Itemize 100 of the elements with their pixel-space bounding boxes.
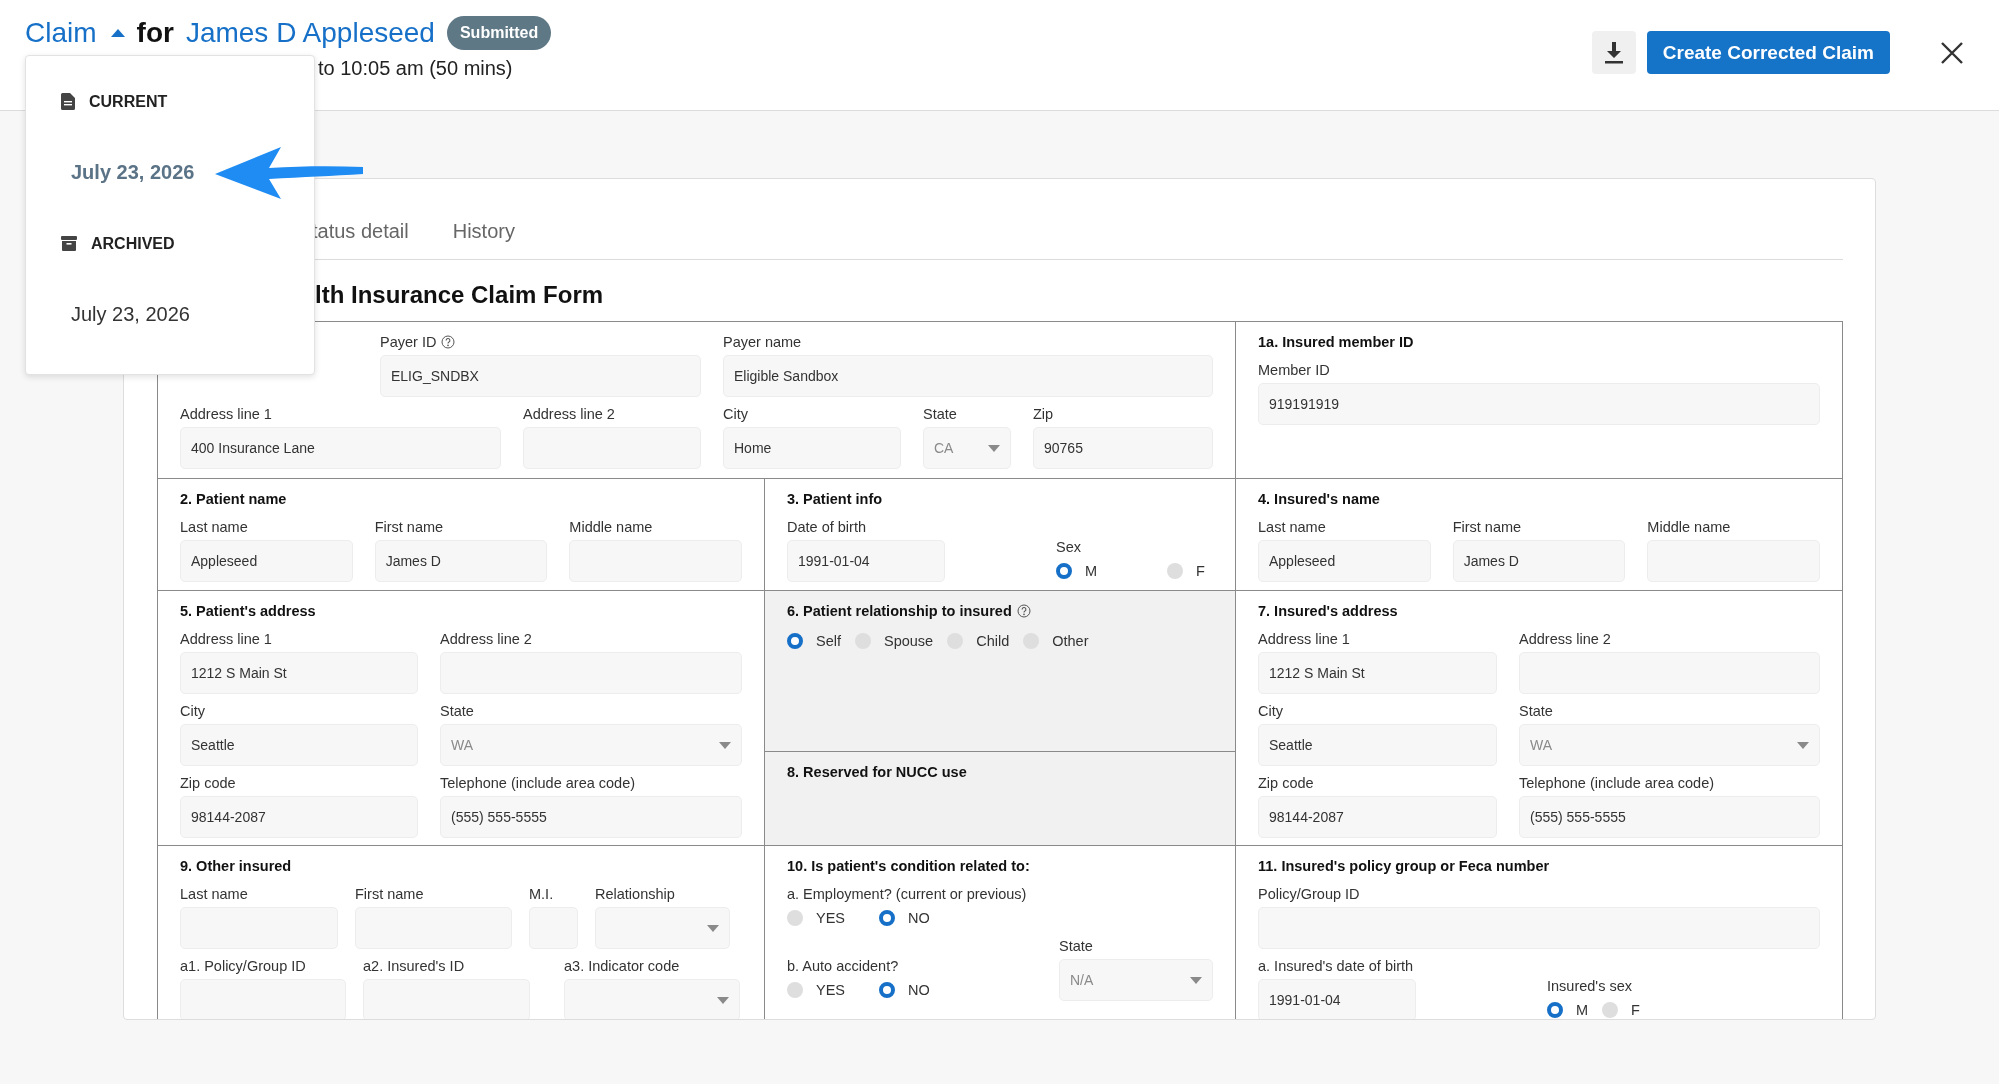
input-field[interactable]: ELIG_SNDBX	[380, 355, 701, 397]
caret-down-icon	[707, 924, 719, 932]
field-label: State	[440, 702, 474, 720]
field-label: City	[723, 405, 748, 423]
field-label: Payer ID	[380, 333, 437, 351]
radio-option[interactable]: M	[1056, 563, 1098, 579]
field-label: Member ID	[1258, 361, 1330, 379]
close-icon[interactable]	[1941, 41, 1963, 64]
form-title: lth Insurance Claim Form	[314, 280, 605, 310]
radio-option[interactable]: F	[1167, 563, 1205, 579]
input-field[interactable]	[180, 979, 346, 1019]
input-field[interactable]: (555) 555-5555	[440, 796, 742, 838]
version-item[interactable]: July 23, 2026	[71, 161, 195, 184]
tab[interactable]: History	[452, 203, 515, 259]
field-label: Address line 2	[1519, 630, 1611, 648]
time-range-text: to 10:05 am (50 mins)	[317, 56, 514, 80]
caret-down-icon	[719, 741, 731, 749]
input-field[interactable]: 90765	[1033, 427, 1213, 469]
field-label: Middle name	[1647, 518, 1731, 536]
field-label: a. Insured's date of birth	[1258, 957, 1414, 975]
field-label: Telephone (include area code)	[440, 774, 636, 792]
caret-down-icon	[717, 996, 729, 1004]
radio-option[interactable]: NO	[879, 982, 930, 998]
field-label: b. Auto accident?	[787, 957, 899, 975]
section-heading: 7. Insured's address	[1258, 602, 1398, 620]
field-label: a1. Policy/Group ID	[180, 957, 306, 975]
input-field[interactable]: 1212 S Main St	[1258, 652, 1497, 694]
input-field[interactable]: James D	[1452, 540, 1626, 582]
input-field[interactable]: 98144-2087	[1258, 796, 1497, 838]
patient-link[interactable]: James D Appleseed	[185, 17, 435, 49]
radio-icon[interactable]	[879, 982, 895, 998]
input-field[interactable]: 1991-01-04	[787, 540, 945, 582]
caret-down-icon	[1797, 741, 1809, 749]
input-field[interactable]: Seattle	[180, 724, 418, 766]
field-label: Last name	[180, 518, 248, 536]
field-label: Address line 1	[180, 405, 272, 423]
download-icon	[1603, 41, 1624, 64]
field-label: Policy/Group ID	[1258, 885, 1360, 903]
input-field[interactable]: Appleseed	[1258, 540, 1431, 582]
field-label: a2. Insured's ID	[363, 957, 465, 975]
download-button[interactable]	[1591, 31, 1636, 74]
input-field[interactable]: James D	[374, 540, 548, 582]
input-field[interactable]: 1212 S Main St	[180, 652, 418, 694]
radio-option[interactable]: YES	[787, 910, 845, 926]
section-heading: 10. Is patient's condition related to:	[787, 857, 1030, 875]
input-field[interactable]: 400 Insurance Lane	[180, 427, 501, 469]
section-heading: 8. Reserved for NUCC use	[787, 763, 967, 781]
radio-icon[interactable]	[1547, 1002, 1563, 1018]
menu-group-label: ARCHIVED	[91, 234, 175, 253]
input-field[interactable]: 98144-2087	[180, 796, 418, 838]
input-field[interactable]: Seattle	[1258, 724, 1497, 766]
field-label: First name	[355, 885, 424, 903]
input-field[interactable]: Appleseed	[180, 540, 353, 582]
field-label: Middle name	[569, 518, 653, 536]
archive-box-icon	[61, 236, 77, 251]
radio-option[interactable]: YES	[787, 982, 845, 998]
input-field[interactable]: 1991-01-04	[1258, 979, 1416, 1019]
field-label: Address line 2	[523, 405, 615, 423]
radio-icon[interactable]	[1056, 563, 1072, 579]
section-heading: 3. Patient info	[787, 490, 883, 508]
field-label: Telephone (include area code)	[1519, 774, 1715, 792]
field-label: Last name	[180, 885, 248, 903]
radio-option[interactable]: M	[1547, 1002, 1589, 1018]
field-label: a. Employment? (current or previous)	[787, 885, 1027, 903]
menu-group-label: CURRENT	[89, 92, 168, 111]
input-field[interactable]	[363, 979, 530, 1019]
field-label: State	[923, 405, 957, 423]
radio-icon[interactable]	[1167, 563, 1184, 579]
document-icon	[61, 93, 75, 110]
field-label: First name	[1452, 518, 1522, 536]
input-field[interactable]: 919191919	[1258, 383, 1820, 425]
version-item[interactable]: July 23, 2026	[71, 303, 190, 326]
create-corrected-claim-button[interactable]: Create Corrected Claim	[1646, 31, 1890, 74]
title-text: for	[136, 17, 174, 49]
radio-icon[interactable]	[1602, 1002, 1619, 1018]
claim-dropdown[interactable]: Claim	[25, 17, 125, 49]
input-field[interactable]: Home	[723, 427, 901, 469]
field-label: Last name	[1258, 518, 1326, 536]
radio-icon[interactable]	[787, 982, 803, 998]
input-field[interactable]: Eligible Sandbox	[723, 355, 1213, 397]
field-label: Address line 2	[440, 630, 532, 648]
field-label: Payer name	[723, 333, 802, 351]
section-heading: 4. Insured's name	[1258, 490, 1380, 508]
field-label: Sex	[1056, 538, 1081, 556]
field-label: State	[1059, 937, 1093, 955]
field-label: M.I.	[529, 885, 554, 903]
field-label: Zip	[1033, 405, 1054, 423]
section-heading: 2. Patient name	[180, 490, 287, 508]
field-label: State	[1519, 702, 1553, 720]
caret-down-icon	[988, 444, 1000, 452]
field-label: Relationship	[595, 885, 675, 903]
radio-option[interactable]: F	[1602, 1002, 1640, 1018]
radio-option[interactable]: NO	[879, 910, 930, 926]
field-label: Address line 1	[1258, 630, 1350, 648]
caret-down-icon	[1190, 976, 1202, 984]
field-label: Insured's sex	[1547, 977, 1632, 995]
section-heading: 9. Other insured	[180, 857, 292, 875]
radio-icon[interactable]	[879, 910, 895, 926]
input-field[interactable]: (555) 555-5555	[1519, 796, 1820, 838]
radio-icon[interactable]	[787, 910, 803, 926]
